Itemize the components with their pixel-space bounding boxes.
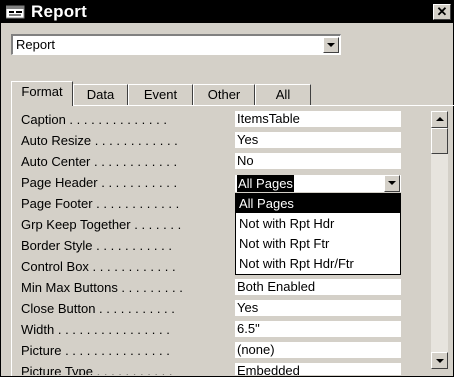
property-row-min-max-buttons[interactable]: Min Max Buttons . . . . . . . . . Both E… <box>11 279 403 297</box>
property-row-close-button[interactable]: Close Button . . . . . . . . . . . Yes <box>11 300 403 318</box>
property-value[interactable]: Yes <box>235 132 401 149</box>
scroll-thumb[interactable] <box>431 128 448 154</box>
property-label: Close Button . . . . . . . . . . . <box>21 301 175 316</box>
arrow-up-icon <box>436 117 444 121</box>
property-value[interactable]: (none) <box>235 342 401 359</box>
object-selector[interactable]: Report <box>11 34 341 55</box>
property-label: Border Style . . . . . . . . . . . <box>21 238 172 253</box>
property-value[interactable]: 6.5" <box>235 321 401 338</box>
chevron-down-icon <box>327 43 335 47</box>
property-label: Page Footer . . . . . . . . . . . . <box>21 196 180 211</box>
vertical-scrollbar[interactable] <box>431 111 448 369</box>
property-label: Width . . . . . . . . . . . . . . . . <box>21 322 170 337</box>
tab-data[interactable]: Data <box>73 84 128 105</box>
page-header-value: All Pages <box>237 175 294 192</box>
tab-format[interactable]: Format <box>11 81 73 106</box>
tab-event[interactable]: Event <box>128 84 193 105</box>
property-label: Page Header . . . . . . . . . . . <box>21 175 178 190</box>
property-value[interactable]: Both Enabled <box>235 279 401 296</box>
property-row-auto-resize[interactable]: Auto Resize . . . . . . . . . . . . Yes <box>11 132 403 150</box>
property-row-width[interactable]: Width . . . . . . . . . . . . . . . . 6.… <box>11 321 403 339</box>
object-selector-dropdown-button[interactable] <box>323 37 339 53</box>
property-label: Control Box . . . . . . . . . . . . <box>21 259 176 274</box>
option-not-with-rpt-ftr[interactable]: Not with Rpt Ftr <box>236 234 400 253</box>
report-icon <box>5 4 26 19</box>
property-label: Picture . . . . . . . . . . . . . . . <box>21 343 170 358</box>
tab-all[interactable]: All <box>255 84 311 105</box>
window-title: Report <box>31 2 87 21</box>
property-row-auto-center[interactable]: Auto Center . . . . . . . . . . . . No <box>11 153 403 171</box>
property-value[interactable]: Yes <box>235 300 401 317</box>
property-value[interactable]: No <box>235 153 401 170</box>
object-selector-value: Report <box>16 37 56 52</box>
page-header-combo[interactable]: All Pages <box>235 175 401 192</box>
scroll-up-button[interactable] <box>431 111 448 128</box>
property-row-picture[interactable]: Picture . . . . . . . . . . . . . . . (n… <box>11 342 403 360</box>
property-label: Picture Type . . . . . . . . . . . <box>21 364 173 375</box>
properties-window: Report ✕ Report Format Data Event Other … <box>0 0 454 377</box>
option-all-pages[interactable]: All Pages <box>236 194 400 213</box>
title-bar[interactable]: Report ✕ <box>1 1 453 23</box>
property-value[interactable]: Embedded <box>235 363 401 375</box>
option-not-with-rpt-hdr-ftr[interactable]: Not with Rpt Hdr/Ftr <box>236 254 400 273</box>
property-label: Min Max Buttons . . . . . . . . . <box>21 280 183 295</box>
property-label: Auto Resize . . . . . . . . . . . . <box>21 133 178 148</box>
property-row-picture-type[interactable]: Picture Type . . . . . . . . . . . Embed… <box>11 363 403 375</box>
property-label: Caption . . . . . . . . . . . . . . <box>21 112 167 127</box>
tab-other[interactable]: Other <box>193 84 255 105</box>
option-not-with-rpt-hdr[interactable]: Not with Rpt Hdr <box>236 214 400 233</box>
page-header-dropdown-button[interactable] <box>384 175 400 192</box>
chevron-down-icon <box>388 181 396 185</box>
property-label: Grp Keep Together . . . . . . . <box>21 217 182 232</box>
property-label: Auto Center . . . . . . . . . . . . <box>21 154 178 169</box>
property-value[interactable]: ItemsTable <box>235 111 401 128</box>
scroll-down-button[interactable] <box>431 352 448 369</box>
property-row-caption[interactable]: Caption . . . . . . . . . . . . . . Item… <box>11 111 403 129</box>
page-header-options-list: All Pages Not with Rpt Hdr Not with Rpt … <box>235 193 401 275</box>
close-button[interactable]: ✕ <box>433 4 451 20</box>
arrow-down-icon <box>436 359 444 363</box>
